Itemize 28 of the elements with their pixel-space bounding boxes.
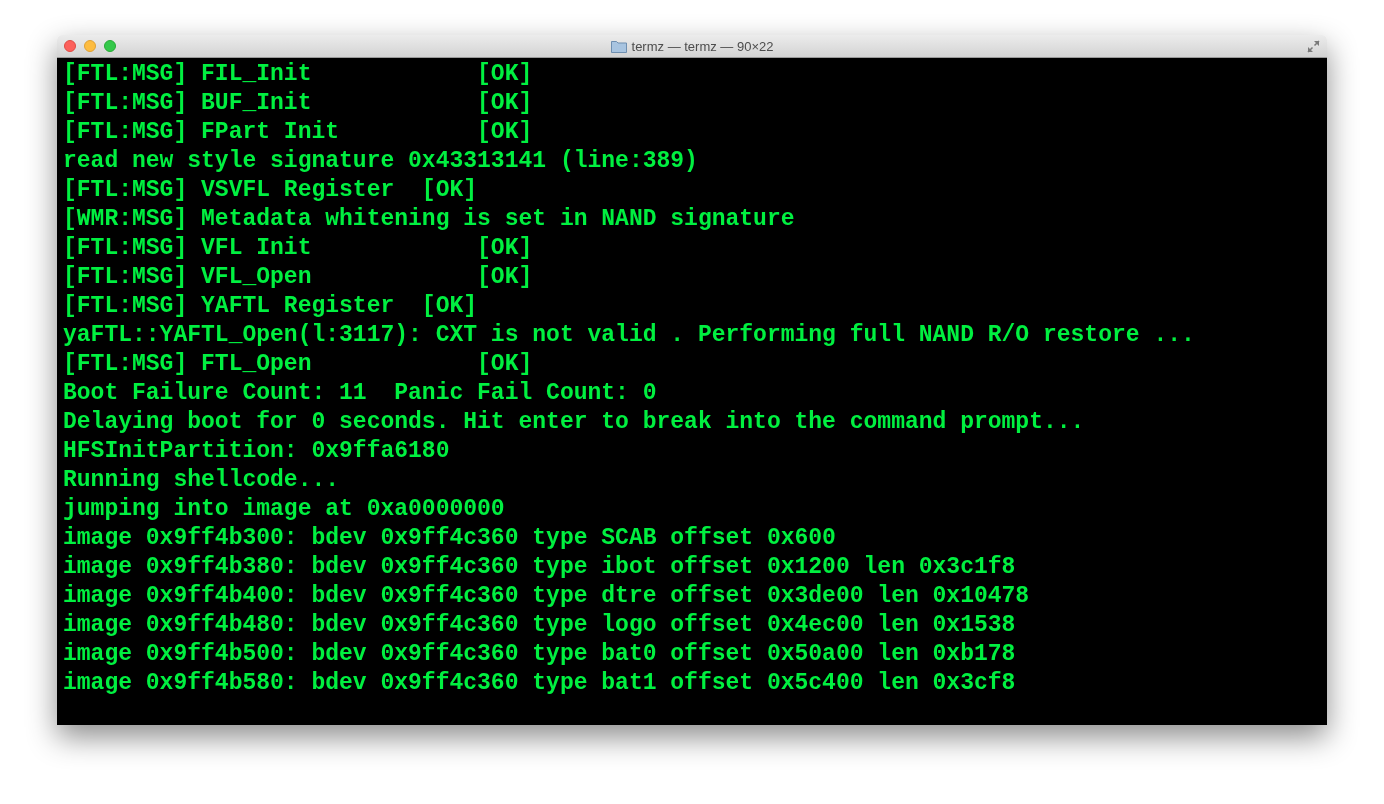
window-title: termz — termz — 90×22: [631, 38, 774, 54]
terminal-line: image 0x9ff4b380: bdev 0x9ff4c360 type ibot offset 0x1200 len 0x3c1f8: [63, 553, 1017, 582]
terminal-line: [FTL:MSG] YAFTL Register [OK]: [63, 292, 479, 321]
terminal-line: [FTL:MSG] FPart Init [OK]: [63, 118, 534, 147]
terminal-line: [WMR:MSG] Metadata whitening is set in NAND signature: [63, 205, 796, 234]
terminal-line: [FTL:MSG] FTL_Open [OK]: [63, 350, 534, 379]
terminal-line: yaFTL::YAFTL_Open(l:3117): CXT is not valid . Performing full NAND R/O restore ...: [63, 321, 1196, 350]
zoom-button[interactable]: [104, 40, 116, 52]
terminal-line: jumping into image at 0xa0000000: [63, 495, 506, 524]
terminal-line: [FTL:MSG] VSVFL Register [OK]: [63, 176, 479, 205]
terminal-line: image 0x9ff4b300: bdev 0x9ff4c360 type SCAB offset 0x600: [63, 524, 837, 553]
minimize-button[interactable]: [84, 40, 96, 52]
terminal-line: HFSInitPartition: 0x9ffa6180: [63, 437, 451, 466]
terminal-line: image 0x9ff4b580: bdev 0x9ff4c360 type bat1 offset 0x5c400 len 0x3cf8: [63, 669, 1017, 698]
terminal-line: read new style signature 0x43313141 (line:389): [63, 147, 699, 176]
terminal-line: [FTL:MSG] VFL_Open [OK]: [63, 263, 534, 292]
terminal-line: [FTL:MSG] FIL_Init [OK]: [63, 60, 534, 89]
folder-icon: [610, 39, 627, 53]
terminal-line: image 0x9ff4b480: bdev 0x9ff4c360 type logo offset 0x4ec00 len 0x1538: [63, 611, 1017, 640]
terminal-line: Boot Failure Count: 11 Panic Fail Count: 0: [63, 379, 658, 408]
terminal-line: [FTL:MSG] BUF_Init [OK]: [63, 89, 534, 118]
terminal-line: [FTL:MSG] VFL Init [OK]: [63, 234, 534, 263]
close-button[interactable]: [64, 40, 76, 52]
terminal-line: image 0x9ff4b400: bdev 0x9ff4c360 type dtre offset 0x3de00 len 0x10478: [63, 582, 1031, 611]
terminal-line: image 0x9ff4b500: bdev 0x9ff4c360 type bat0 offset 0x50a00 len 0xb178: [63, 640, 1017, 669]
terminal-line: Running shellcode...: [63, 466, 341, 495]
fullscreen-icon[interactable]: [1307, 39, 1320, 53]
terminal-line: Delaying boot for 0 seconds. Hit enter to break into the command prompt...: [63, 408, 1086, 437]
